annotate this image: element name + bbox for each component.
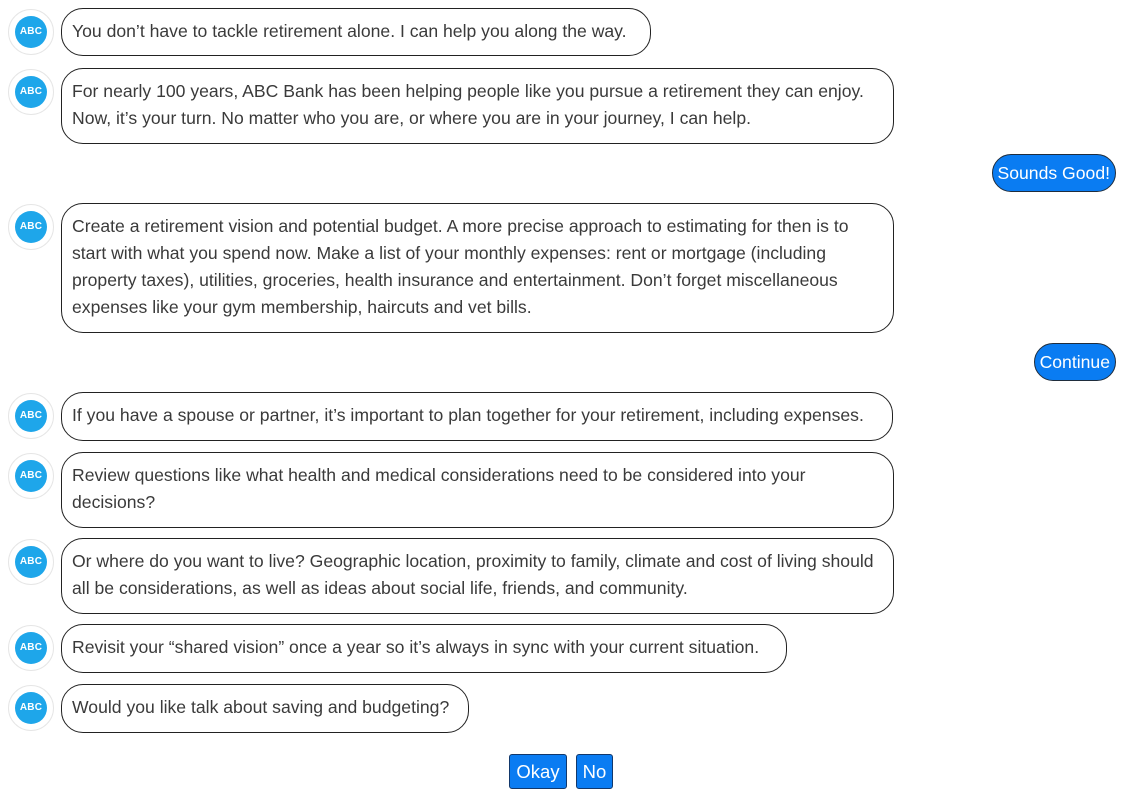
abc-logo-icon: ABC [15,460,47,492]
bot-avatar: ABC [8,9,54,55]
abc-logo-icon: ABC [15,692,47,724]
bot-message-text: You don’t have to tackle retirement alon… [72,21,627,41]
bot-message-text: Would you like talk about saving and bud… [72,697,450,717]
bot-avatar: ABC [8,685,54,731]
bot-message: Or where do you want to live? Geographic… [61,538,894,614]
abc-logo-icon: ABC [15,632,47,664]
abc-logo-icon: ABC [15,76,47,108]
bot-avatar: ABC [8,539,54,585]
abc-logo-icon: ABC [15,400,47,432]
user-reply-text: Continue [1039,352,1110,372]
abc-logo-icon: ABC [15,16,47,48]
abc-logo-icon: ABC [15,546,47,578]
abc-logo-icon: ABC [15,211,47,243]
bot-message-text: For nearly 100 years, ABC Bank has been … [72,81,864,128]
bot-message-text: Revisit your “shared vision” once a year… [72,637,760,657]
bot-message: Would you like talk about saving and bud… [61,684,469,733]
bot-avatar: ABC [8,453,54,499]
bot-message: Review questions like what health and me… [61,452,894,528]
user-reply-bubble: Sounds Good! [991,154,1116,192]
bot-avatar: ABC [8,204,54,250]
bot-message: If you have a spouse or partner, it’s im… [61,392,893,441]
bot-message: Revisit your “shared vision” once a year… [61,624,787,673]
no-button[interactable]: No [576,754,613,789]
bot-message-text: Create a retirement vision and potential… [72,216,849,317]
user-reply-bubble: Continue [1033,343,1116,381]
bot-message: For nearly 100 years, ABC Bank has been … [61,68,894,144]
bot-avatar: ABC [8,393,54,439]
bot-message-text: Review questions like what health and me… [72,465,806,512]
okay-button[interactable]: Okay [509,754,567,789]
bot-message-text: Or where do you want to live? Geographic… [72,551,874,598]
bot-message-text: If you have a spouse or partner, it’s im… [72,405,864,425]
bot-avatar: ABC [8,69,54,115]
bot-avatar: ABC [8,625,54,671]
bot-message: You don’t have to tackle retirement alon… [61,8,651,56]
user-reply-text: Sounds Good! [997,163,1111,183]
bot-message: Create a retirement vision and potential… [61,203,894,333]
